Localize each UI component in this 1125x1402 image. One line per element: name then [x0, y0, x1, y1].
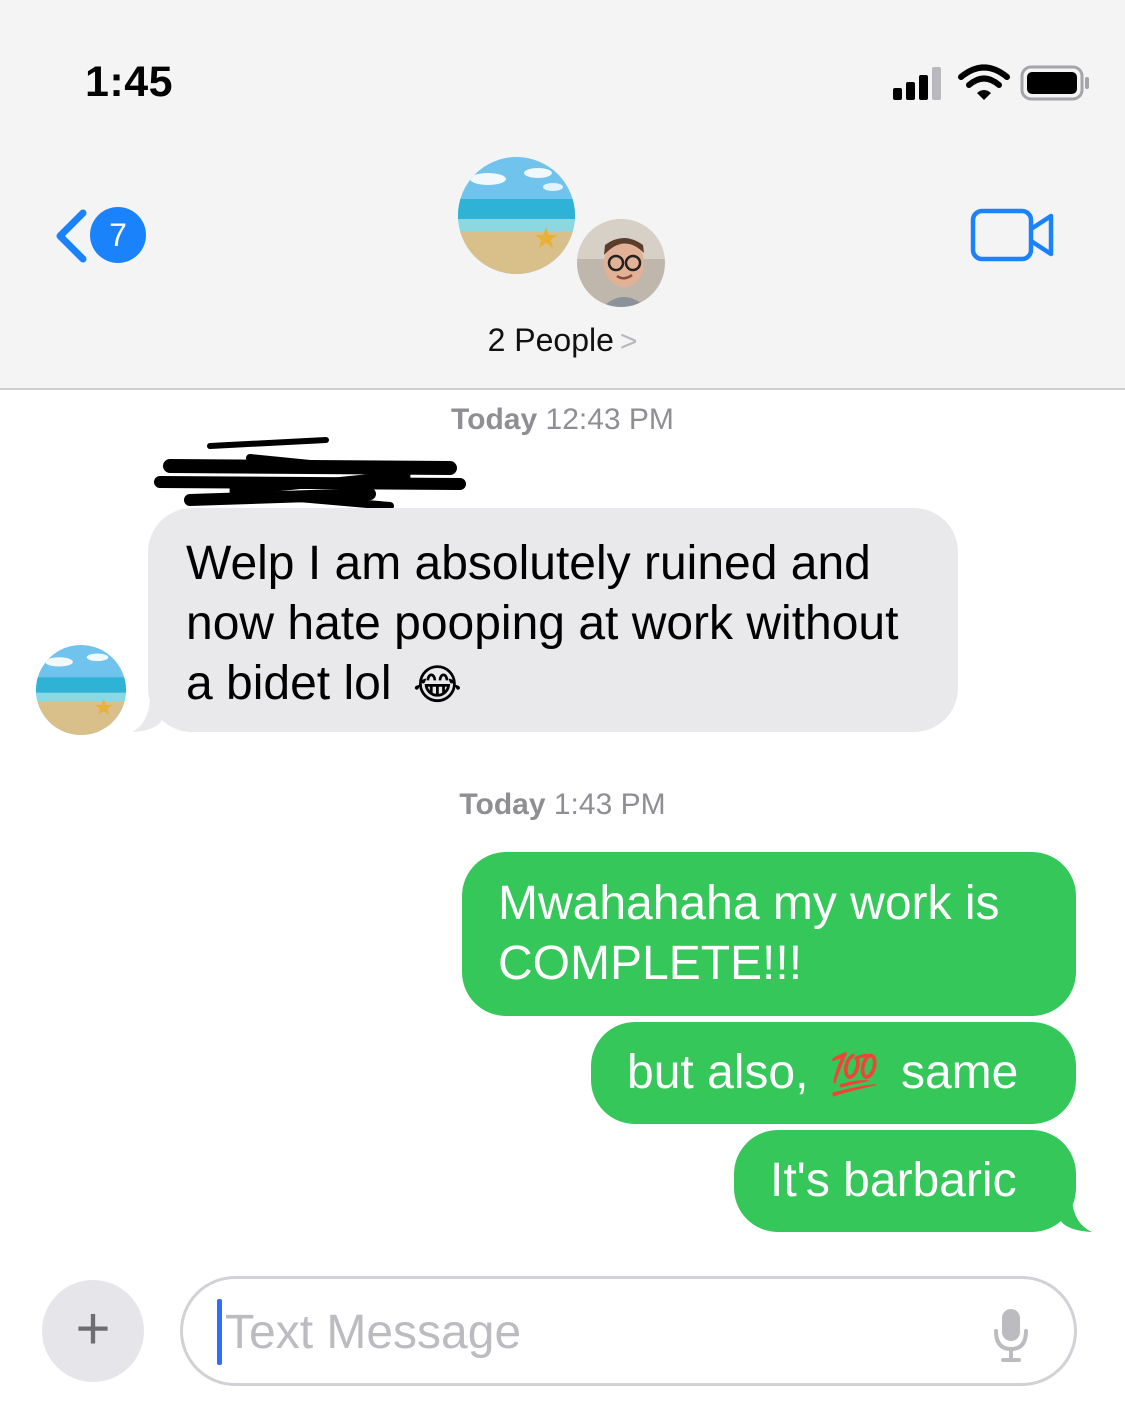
message-input[interactable]: Text Message — [180, 1276, 1077, 1386]
status-time: 1:45 — [85, 58, 174, 106]
plus-icon: + — [75, 1295, 111, 1362]
back-chevron-icon — [56, 209, 87, 263]
apps-plus-button[interactable]: + — [42, 1280, 144, 1382]
timestamp-day: Today — [451, 403, 538, 436]
outgoing-message-text: It's barbaric — [770, 1154, 1017, 1207]
sender-avatar[interactable] — [36, 645, 126, 735]
video-camera-icon[interactable] — [970, 207, 1056, 263]
group-title[interactable]: 2 People > — [0, 322, 1125, 359]
outgoing-message-text: Mwahahaha my work is COMPLETE!!! — [498, 877, 1000, 990]
back-button[interactable]: 7 — [42, 200, 152, 270]
group-avatar-beach[interactable] — [458, 157, 575, 274]
timestamp: Today 1:43 PM — [0, 788, 1125, 822]
timestamp-time: 1:43 PM — [553, 788, 666, 821]
beach-photo — [458, 157, 575, 274]
timestamp: Today 12:43 PM — [0, 403, 1125, 437]
outgoing-message-bubble[interactable]: It's barbaric — [734, 1130, 1076, 1232]
person-photo — [577, 219, 665, 307]
chevron-right-icon: > — [619, 325, 638, 358]
redacted-sender-name — [154, 437, 466, 510]
timestamp-day: Today — [459, 788, 546, 821]
message-input-placeholder: Text Message — [225, 1306, 522, 1359]
unread-count-badge: 7 — [90, 207, 146, 263]
group-avatar-person[interactable] — [574, 216, 668, 310]
incoming-message-bubble[interactable]: Welp I am absolutely ruined and now hate… — [148, 508, 958, 732]
outgoing-message-bubble[interactable]: but also, 💯 same — [591, 1022, 1076, 1124]
hundred-points-emoji: 💯 — [829, 1053, 880, 1097]
outgoing-message-text: but also, — [627, 1046, 809, 1099]
group-name-label: 2 People — [487, 322, 614, 358]
signal-icon — [893, 66, 941, 100]
conversation-header: 1:45 7 2 People > — [0, 0, 1125, 390]
outgoing-message-bubble[interactable]: Mwahahaha my work is COMPLETE!!! — [462, 852, 1076, 1016]
battery-icon — [1020, 65, 1089, 101]
beach-photo — [36, 645, 126, 735]
outgoing-message-text: same — [900, 1046, 1019, 1099]
incoming-message-text: Welp I am absolutely ruined and now hate… — [186, 537, 899, 710]
timestamp-time: 12:43 PM — [545, 403, 674, 436]
text-caret — [217, 1299, 222, 1365]
wifi-icon — [958, 64, 1010, 100]
tears-of-joy-emoji: 😂 — [412, 661, 462, 708]
microphone-icon[interactable] — [993, 1307, 1029, 1363]
outgoing-bubble-tail — [1058, 1190, 1092, 1232]
